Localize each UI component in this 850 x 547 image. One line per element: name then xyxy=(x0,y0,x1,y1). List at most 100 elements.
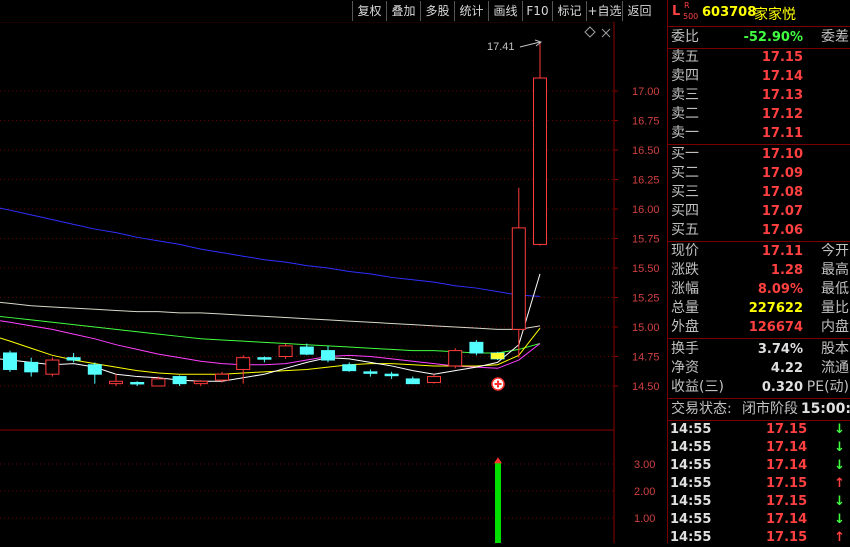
stock-name[interactable]: 家家悦 xyxy=(754,4,796,24)
candle-body xyxy=(299,346,314,355)
bid-label: 买二 xyxy=(671,165,699,181)
trade-status-row: 交易状态: 闭市阶段 15:00: xyxy=(668,400,850,419)
tick-time: 14:55 xyxy=(670,422,712,437)
tick-price: 17.14 xyxy=(766,458,808,473)
tick-time: 14:55 xyxy=(670,512,712,527)
toolbar-button-0[interactable]: 复权 xyxy=(352,1,386,21)
toolbar-button-3[interactable]: 统计 xyxy=(454,1,488,21)
stat-label2: 最低 xyxy=(821,281,849,297)
quote-panel: L R 500 603708 家家悦 委比 -52.90% 委差 卖五 17.15 卖四 1… xyxy=(667,0,850,545)
stat2-value: 4.22 xyxy=(770,361,803,376)
tick-row: 14:55 17.14 ↓ xyxy=(668,457,850,475)
tick-time: 14:55 xyxy=(670,530,712,545)
panel-separator xyxy=(668,26,850,27)
toolbar-button-8[interactable]: 返回 xyxy=(622,1,656,21)
stat-row: 外盘 126674 内盘 xyxy=(668,318,850,337)
candle-body xyxy=(24,361,39,373)
candle-body xyxy=(278,345,293,358)
stat-value: 17.11 xyxy=(761,244,803,259)
toolbar-button-1[interactable]: 叠加 xyxy=(386,1,420,21)
ask-label: 卖五 xyxy=(671,49,699,65)
ask-label: 卖三 xyxy=(671,87,699,103)
toolbar-button-6[interactable]: 标记 xyxy=(552,1,586,21)
trade-status-value: 闭市阶段 xyxy=(742,401,798,417)
stat-label2: 最高 xyxy=(821,262,849,278)
volume-tick-label: 1.00 xyxy=(634,513,655,525)
candle-body xyxy=(257,357,272,360)
bid-price: 17.09 xyxy=(761,166,803,181)
bid-row: 买一 17.10 xyxy=(668,145,850,164)
tick-price: 17.14 xyxy=(766,512,808,527)
candle-body xyxy=(87,364,102,375)
bid-price: 17.06 xyxy=(761,223,803,238)
tick-row: 14:55 17.15 ↑ xyxy=(668,529,850,547)
r500-flag: 500 xyxy=(683,12,699,21)
toolbar-button-5[interactable]: F10 xyxy=(522,1,552,21)
tick-time: 14:55 xyxy=(670,458,712,473)
chart-toolbar: 复权 叠加 多股 统计 画线 F10 标记 +自选 返回 xyxy=(0,0,666,22)
tick-price: 17.15 xyxy=(766,476,808,491)
bid-row: 买二 17.09 xyxy=(668,164,850,183)
tick-time: 14:55 xyxy=(670,476,712,491)
toolbar-button-2[interactable]: 多股 xyxy=(420,1,454,21)
candle-body xyxy=(215,373,229,381)
weibi-value: -52.90% xyxy=(743,30,803,45)
tick-row: 14:55 17.15 ↓ xyxy=(668,421,850,439)
l-flag: L xyxy=(672,4,681,19)
kline-chart[interactable]: 17.00 16.75 16.50 16.25 16.00 15.75 15.50 15.25… xyxy=(0,0,667,543)
stat-label: 涨跌 xyxy=(671,262,699,278)
candle-body xyxy=(533,77,547,245)
tick-price: 17.15 xyxy=(766,530,808,545)
tick-arrow-icon: ↑ xyxy=(834,530,845,545)
ma30-line xyxy=(0,316,541,354)
stat2-label2: 流通 xyxy=(821,360,849,376)
panel-separator xyxy=(668,338,850,339)
diamond-icon xyxy=(584,26,596,38)
candle-body xyxy=(363,371,378,374)
stat-value: 8.09% xyxy=(757,282,803,297)
candle-body xyxy=(427,376,441,383)
candle-body xyxy=(66,357,81,361)
tick-arrow-icon: ↓ xyxy=(834,422,845,437)
tick-price: 17.14 xyxy=(766,440,808,455)
stat-row: 涨跌 1.28 最高 xyxy=(668,261,850,280)
tick-arrow-icon: ↓ xyxy=(834,458,845,473)
stat2-label: 收益(三) xyxy=(671,379,724,395)
ask-label: 卖一 xyxy=(671,125,699,141)
candle-body xyxy=(172,376,187,385)
ask-label: 卖四 xyxy=(671,68,699,84)
ask-price: 17.11 xyxy=(761,126,803,141)
bid-row: 买四 17.07 xyxy=(668,202,850,221)
candle-body xyxy=(193,380,208,385)
toolbar-button-4[interactable]: 画线 xyxy=(488,1,522,21)
weicha-label: 委差 xyxy=(821,29,849,45)
price-tick-label: 14.75 xyxy=(632,352,660,364)
weibi-row: 委比 -52.90% 委差 xyxy=(668,28,850,47)
price-tick-label: 17.00 xyxy=(632,86,660,98)
tick-row: 14:55 17.14 ↓ xyxy=(668,439,850,457)
price-tick-label: 15.50 xyxy=(632,263,660,275)
stat-row: 总量 227622 量比 xyxy=(668,299,850,318)
candle-body xyxy=(469,341,484,354)
candle-body xyxy=(342,364,357,372)
toolbar-button-7[interactable]: +自选 xyxy=(586,1,622,21)
r-flag: R xyxy=(684,1,690,10)
candle-body xyxy=(151,378,166,387)
tick-row: 14:55 17.14 ↓ xyxy=(668,511,850,529)
bid-row: 买三 17.08 xyxy=(668,183,850,202)
volume-tick-label: 3.00 xyxy=(634,459,655,471)
stat-label: 涨幅 xyxy=(671,281,699,297)
bid-label: 买一 xyxy=(671,146,699,162)
price-tick-label: 15.25 xyxy=(632,293,660,305)
stat-value: 126674 xyxy=(748,320,803,335)
stat-label2: 今开 xyxy=(821,243,849,259)
volume-bar xyxy=(495,461,501,543)
stat-value: 1.28 xyxy=(770,263,803,278)
ask-row: 卖四 17.14 xyxy=(668,67,850,86)
candle-body xyxy=(511,227,526,330)
tick-arrow-icon: ↑ xyxy=(834,476,845,491)
stock-code[interactable]: 603708 xyxy=(702,5,756,20)
stat2-row: 换手 3.74% 股本 xyxy=(668,340,850,359)
tick-time: 14:55 xyxy=(670,440,712,455)
stat2-label: 换手 xyxy=(671,341,699,357)
